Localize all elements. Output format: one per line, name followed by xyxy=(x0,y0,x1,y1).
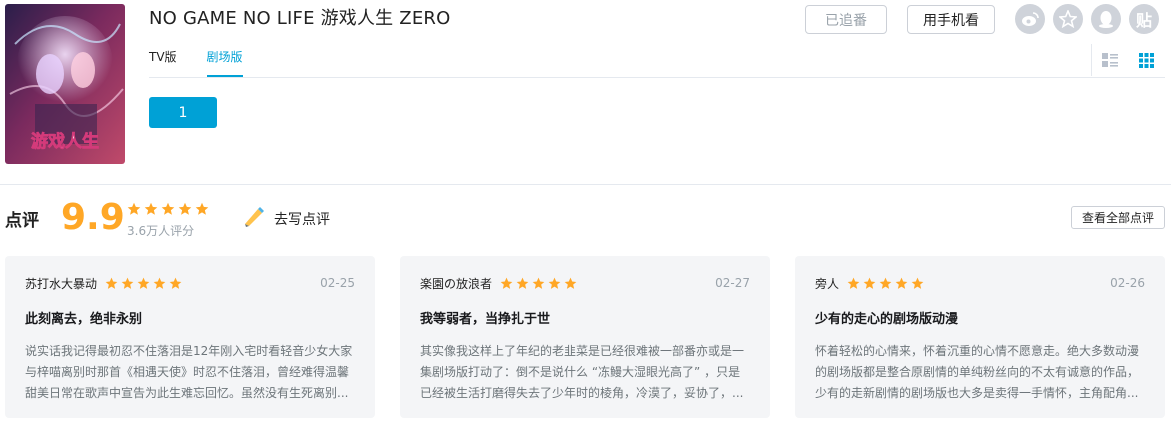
list-view-icon[interactable] xyxy=(1092,44,1129,76)
star-icon xyxy=(121,277,134,289)
version-tabs: TV版 剧场版 xyxy=(149,48,273,77)
review-card[interactable]: 楽園の放浪者 02-27 我等弱者，当挣扎于世 其实像我这样上了年纪的老韭菜是已… xyxy=(400,256,770,418)
episode-button[interactable]: 1 xyxy=(149,97,217,128)
review-title[interactable]: 少有的走心的剧场版动漫 xyxy=(815,308,1145,327)
star-icon xyxy=(169,277,182,289)
followed-button[interactable]: 已追番 xyxy=(805,5,887,34)
review-title[interactable]: 此刻离去，绝非永别 xyxy=(25,308,355,327)
star-icon xyxy=(548,277,561,289)
view-switch xyxy=(1091,44,1165,76)
section-divider xyxy=(0,184,1171,185)
rating-count: 3.6万人评分 xyxy=(127,224,195,238)
review-date: 02-25 xyxy=(320,276,355,290)
qq-icon[interactable] xyxy=(1091,4,1121,34)
review-stars xyxy=(847,277,924,290)
tabs-divider xyxy=(149,77,1165,78)
review-card[interactable]: 旁人 02-26 少有的走心的剧场版动漫 怀着轻松的心情来，怀着沉重的心情不愿意… xyxy=(795,256,1165,418)
review-heading: 点评 xyxy=(5,211,39,231)
star-icon xyxy=(144,202,158,215)
review-title[interactable]: 我等弱者，当挣扎于世 xyxy=(420,308,750,327)
tieba-icon[interactable]: 贴 xyxy=(1129,4,1159,34)
review-author[interactable]: 旁人 xyxy=(815,275,839,292)
write-review-button[interactable]: 去写点评 xyxy=(242,205,330,233)
review-body: 说实话我记得最初忍不住落泪是12年刚入宅时看轻音少女大家与梓喵离别时那首《相遇天… xyxy=(25,344,353,400)
rating-score: 9.9 xyxy=(61,197,125,238)
review-date: 02-26 xyxy=(1110,276,1145,290)
star-icon xyxy=(863,277,876,289)
star-icon xyxy=(516,277,529,289)
cover-art: 游戏人生 xyxy=(5,4,125,164)
review-date: 02-27 xyxy=(715,276,750,290)
review-body: 怀着轻松的心情来，怀着沉重的心情不愿意走。绝大多数动漫的剧场版都是整合原剧情的单… xyxy=(815,344,1140,400)
star-icon xyxy=(847,277,860,289)
star-icon xyxy=(153,277,166,289)
star-icon xyxy=(178,202,192,215)
star-icon xyxy=(137,277,150,289)
write-review-label: 去写点评 xyxy=(274,212,330,228)
star-icon xyxy=(564,277,577,289)
weibo-icon[interactable] xyxy=(1015,4,1045,34)
star-icon xyxy=(127,202,141,215)
anime-title: NO GAME NO LIFE 游戏人生 ZERO xyxy=(149,8,451,29)
grid-view-icon[interactable] xyxy=(1129,44,1166,76)
star-icon xyxy=(532,277,545,289)
star-icon xyxy=(161,202,175,215)
review-stars xyxy=(105,277,182,290)
star-icon xyxy=(879,277,892,289)
tab-tv[interactable]: TV版 xyxy=(149,48,177,77)
review-body: 其实像我这样上了年纪的老韭菜是已经很难被一部番亦或是一集剧场版打动了：倒不是说什… xyxy=(420,344,745,400)
qzone-icon[interactable] xyxy=(1053,4,1083,34)
anime-cover[interactable]: 游戏人生 xyxy=(5,4,125,164)
svg-text:游戏人生: 游戏人生 xyxy=(31,131,99,152)
star-icon xyxy=(500,277,513,289)
pen-icon xyxy=(242,205,266,233)
all-reviews-button[interactable]: 查看全部点评 xyxy=(1071,206,1165,229)
rating-stars xyxy=(127,202,209,216)
star-icon xyxy=(105,277,118,289)
review-stars xyxy=(500,277,577,290)
review-card[interactable]: 苏打水大暴动 02-25 此刻离去，绝非永别 说实话我记得最初忍不住落泪是12年… xyxy=(5,256,375,418)
star-icon xyxy=(911,277,924,289)
review-author[interactable]: 楽園の放浪者 xyxy=(420,275,492,292)
star-icon xyxy=(895,277,908,289)
review-author[interactable]: 苏打水大暴动 xyxy=(25,275,97,292)
watch-on-phone-button[interactable]: 用手机看 xyxy=(907,5,995,34)
tab-movie[interactable]: 剧场版 xyxy=(206,48,243,77)
star-icon xyxy=(195,202,209,215)
